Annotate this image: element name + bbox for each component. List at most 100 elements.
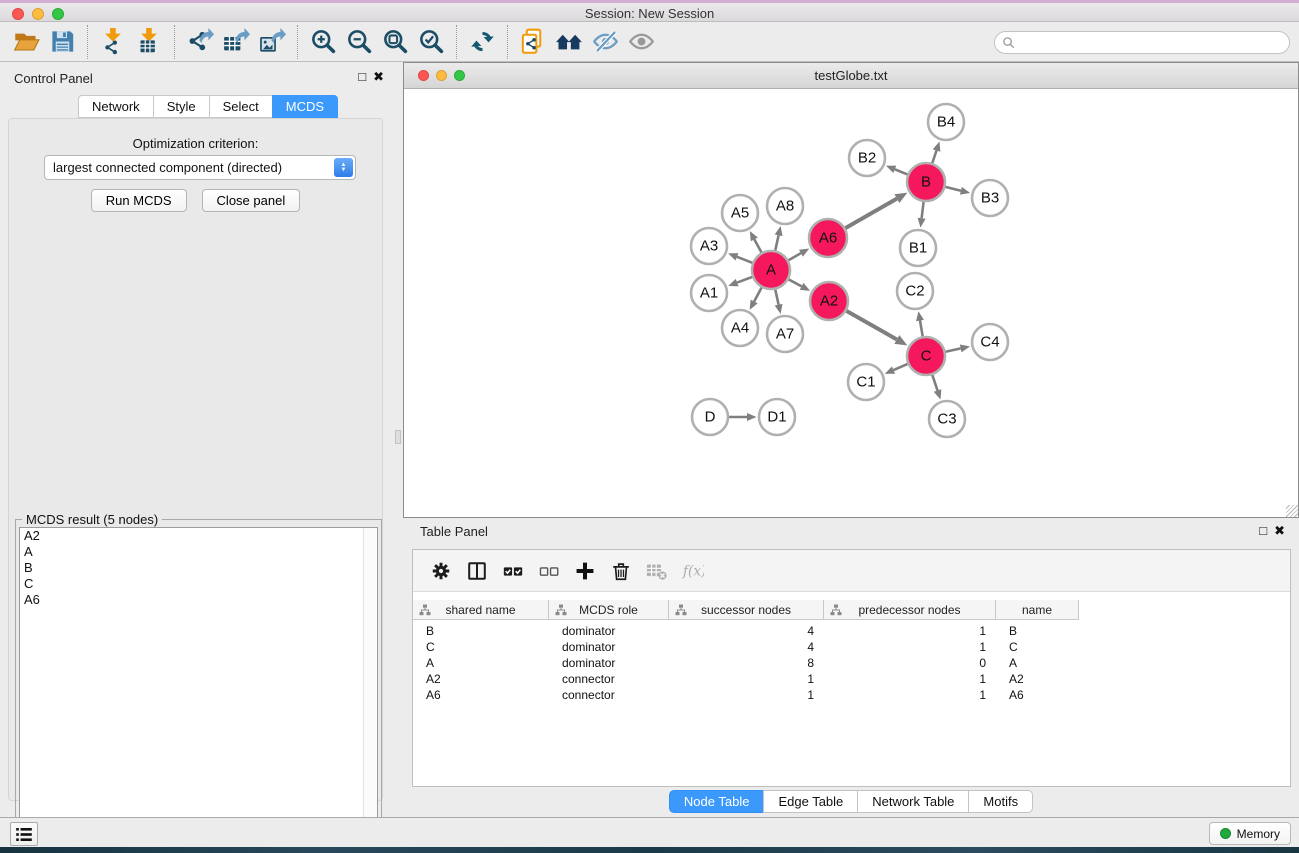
import-table-button[interactable]: [131, 25, 167, 59]
trash-button[interactable]: [603, 554, 639, 588]
export-image-button[interactable]: [254, 25, 290, 59]
node-B4[interactable]: B4: [928, 104, 964, 140]
node-A1[interactable]: A1: [691, 275, 727, 311]
node-A[interactable]: A: [752, 251, 790, 289]
table-row[interactable]: Bdominator41B: [413, 623, 1290, 639]
column-header-MCDS-role[interactable]: MCDS role: [549, 600, 669, 619]
refresh-button[interactable]: [464, 25, 500, 59]
save-button[interactable]: [44, 25, 80, 59]
node-B[interactable]: B: [907, 163, 945, 201]
column-header-shared-name[interactable]: shared name: [413, 600, 549, 619]
column-header-predecessor-nodes[interactable]: predecessor nodes: [824, 600, 996, 619]
edge-A-A7[interactable]: [775, 290, 778, 305]
criterion-dropdown[interactable]: largest connected component (directed) ▲…: [44, 155, 356, 180]
node-D1[interactable]: D1: [759, 399, 795, 435]
node-C4[interactable]: C4: [972, 324, 1008, 360]
close-panel-icon[interactable]: ✖: [1274, 523, 1285, 539]
edge-B-B2[interactable]: [895, 169, 908, 174]
result-scrollbar[interactable]: [363, 528, 377, 850]
home-button[interactable]: [551, 25, 587, 59]
float-panel-icon[interactable]: □: [1259, 523, 1267, 539]
node-C2[interactable]: C2: [897, 273, 933, 309]
tab-network-table[interactable]: Network Table: [857, 790, 968, 813]
edge-B-B1[interactable]: [922, 202, 924, 218]
edge-C-C4[interactable]: [946, 348, 961, 351]
export-network-button[interactable]: [182, 25, 218, 59]
node-B2[interactable]: B2: [849, 140, 885, 176]
network-canvas[interactable]: B4 B2 B B3 B1 A5A8A6 A3 A A1 A2 A4A7 C2 C C4 C1 C3 D D1: [404, 89, 1298, 517]
open-folder-button[interactable]: [8, 25, 44, 59]
gear-button[interactable]: [423, 554, 459, 588]
add-button[interactable]: [567, 554, 603, 588]
edge-A-A6[interactable]: [788, 253, 801, 260]
close-panel-icon[interactable]: ✖: [373, 69, 384, 85]
network-graph[interactable]: B4 B2 B B3 B1 A5A8A6 A3 A A1 A2 A4A7 C2 C C4 C1 C3 D D1: [404, 89, 1298, 517]
edge-A2-C[interactable]: [846, 311, 896, 340]
column-header-name[interactable]: name: [996, 600, 1079, 619]
search-input[interactable]: [1015, 36, 1289, 50]
import-network-button[interactable]: [95, 25, 131, 59]
search-box[interactable]: [994, 31, 1290, 54]
edge-C-C2[interactable]: [920, 321, 923, 337]
mcds-result-item[interactable]: B: [20, 560, 377, 576]
node-A8[interactable]: A8: [767, 188, 803, 224]
zoom-in-button[interactable]: [305, 25, 341, 59]
edge-A-A2[interactable]: [789, 279, 802, 286]
network-window-titlebar[interactable]: testGlobe.txt: [404, 63, 1298, 89]
node-C[interactable]: C: [907, 337, 945, 375]
tab-style[interactable]: Style: [153, 95, 209, 118]
edge-A-A8[interactable]: [775, 235, 778, 250]
table-row[interactable]: Cdominator41C: [413, 639, 1290, 655]
table-row[interactable]: Adominator80A: [413, 655, 1290, 671]
close-panel-button[interactable]: Close panel: [202, 189, 301, 212]
node-A3[interactable]: A3: [691, 228, 727, 264]
memory-button[interactable]: Memory: [1209, 822, 1291, 845]
node-D[interactable]: D: [692, 399, 728, 435]
show-eye-button[interactable]: [623, 25, 659, 59]
tab-node-table[interactable]: Node Table: [669, 790, 764, 813]
tab-edge-table[interactable]: Edge Table: [763, 790, 857, 813]
node-A5[interactable]: A5: [722, 195, 758, 231]
columns-button[interactable]: [459, 554, 495, 588]
edge-B-B3[interactable]: [945, 187, 960, 191]
edge-A-A4[interactable]: [754, 288, 761, 302]
table-row[interactable]: A2connector11A2: [413, 671, 1290, 687]
mcds-result-item[interactable]: A6: [20, 592, 377, 608]
edge-A-A5[interactable]: [754, 239, 761, 252]
node-A2[interactable]: A2: [810, 282, 848, 320]
run-mcds-button[interactable]: Run MCDS: [91, 189, 187, 212]
node-B1[interactable]: B1: [900, 230, 936, 266]
table-row[interactable]: A6connector11A6: [413, 687, 1290, 703]
node-C3[interactable]: C3: [929, 401, 965, 437]
zoom-selected-button[interactable]: [413, 25, 449, 59]
tab-network[interactable]: Network: [78, 95, 153, 118]
deselect-all-button[interactable]: [531, 554, 567, 588]
node-B3[interactable]: B3: [972, 180, 1008, 216]
mcds-result-item[interactable]: C: [20, 576, 377, 592]
splitter-handle[interactable]: [395, 430, 401, 444]
export-table-button[interactable]: [218, 25, 254, 59]
float-panel-icon[interactable]: □: [358, 69, 366, 85]
node-A6[interactable]: A6: [809, 219, 847, 257]
column-header-successor-nodes[interactable]: successor nodes: [669, 600, 824, 619]
mcds-result-list[interactable]: A2ABCA6: [19, 527, 378, 851]
node-A4[interactable]: A4: [722, 310, 758, 346]
clone-network-button[interactable]: [515, 25, 551, 59]
edge-A-A1[interactable]: [737, 277, 752, 283]
node-A7[interactable]: A7: [767, 316, 803, 352]
hide-eye-button[interactable]: [587, 25, 623, 59]
zoom-fit-button[interactable]: [377, 25, 413, 59]
mcds-result-item[interactable]: A: [20, 544, 377, 560]
edge-C-C3[interactable]: [932, 375, 937, 391]
mcds-result-item[interactable]: A2: [20, 528, 377, 544]
tab-motifs[interactable]: Motifs: [968, 790, 1033, 813]
resize-grip-icon[interactable]: [1286, 505, 1298, 517]
zoom-out-button[interactable]: [341, 25, 377, 59]
node-C1[interactable]: C1: [848, 364, 884, 400]
task-history-button[interactable]: [10, 822, 38, 846]
edge-A6-B[interactable]: [845, 199, 897, 228]
select-all-button[interactable]: [495, 554, 531, 588]
edge-C-C1[interactable]: [894, 364, 908, 370]
edge-A-A3[interactable]: [737, 257, 752, 263]
tab-mcds[interactable]: MCDS: [272, 95, 338, 118]
